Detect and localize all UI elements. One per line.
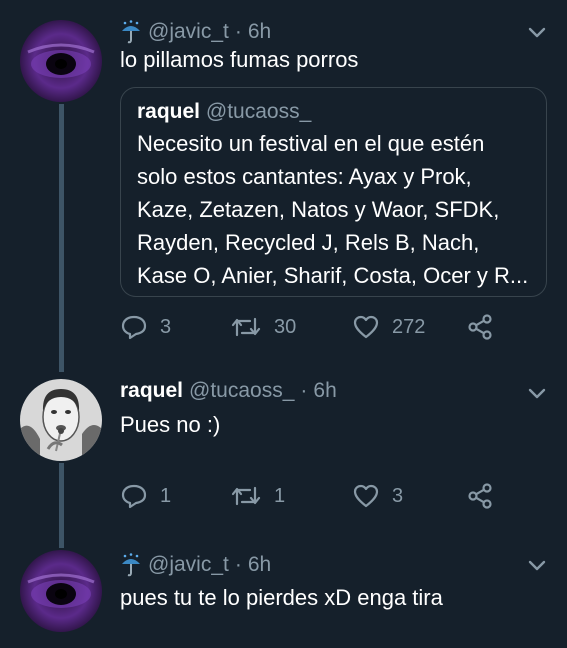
retweet-icon xyxy=(231,486,261,506)
thread-line xyxy=(59,463,64,491)
share-icon xyxy=(468,314,492,340)
tweet-header: raquel @tucaoss_ · 6h xyxy=(120,379,337,403)
share-button[interactable] xyxy=(466,482,494,510)
quoted-tweet-header: raquel @tucaoss_ xyxy=(137,100,311,124)
tweet-actions: 1 1 3 xyxy=(120,482,520,516)
reply-button[interactable]: 1 xyxy=(120,482,171,510)
like-count: 272 xyxy=(392,315,426,338)
quoted-tweet-line: solo estos cantantes: Ayax y Prok, xyxy=(137,164,472,189)
tweet[interactable]: raquel @tucaoss_ · 6h Pues no :) 1 1 3 xyxy=(0,370,567,540)
quoted-tweet-line: Necesito un festival en el que estén xyxy=(137,131,485,156)
user-handle[interactable]: @tucaoss_ xyxy=(206,100,311,123)
tweet-header: @javic_t · 6h xyxy=(120,20,271,44)
reply-button[interactable]: 3 xyxy=(120,313,171,341)
timestamp[interactable]: 6h xyxy=(313,379,336,403)
like-count: 3 xyxy=(392,484,404,507)
reply-count: 1 xyxy=(160,484,172,507)
tweet-actions: 3 30 272 xyxy=(120,313,520,347)
reply-count: 3 xyxy=(160,315,172,338)
reply-icon xyxy=(121,315,147,340)
tweet[interactable]: @javic_t · 6h pues tu te lo pierdes xD e… xyxy=(0,540,567,648)
share-button[interactable] xyxy=(466,313,494,341)
separator-dot: · xyxy=(234,20,242,43)
quoted-tweet[interactable]: raquel @tucaoss_ Necesito un festival en… xyxy=(120,87,547,297)
chevron-down-icon[interactable] xyxy=(527,26,547,40)
reply-icon xyxy=(121,484,147,509)
tweet-header: @javic_t · 6h xyxy=(120,553,271,577)
quoted-tweet-line: Kaze, Zetazen, Natos y Waor, SFDK, xyxy=(137,197,500,222)
retweet-button[interactable]: 30 xyxy=(230,313,296,341)
avatar[interactable] xyxy=(20,550,102,632)
retweet-count: 1 xyxy=(274,484,286,507)
timestamp[interactable]: 6h xyxy=(248,553,271,577)
user-handle[interactable]: @tucaoss_ xyxy=(189,379,294,403)
chevron-down-icon[interactable] xyxy=(527,559,547,573)
quoted-tweet-line: Rayden, Recycled J, Rels B, Nach, xyxy=(137,230,480,255)
user-handle[interactable]: @javic_t xyxy=(148,553,229,577)
retweet-icon xyxy=(231,317,261,337)
tweet-text: Pues no :) xyxy=(120,412,221,437)
avatar[interactable] xyxy=(20,20,102,102)
timestamp[interactable]: 6h xyxy=(248,20,271,44)
quoted-tweet-line: Kase O, Anier, Sharif, Costa, Ocer y R..… xyxy=(137,263,529,288)
user-handle[interactable]: @javic_t xyxy=(148,20,229,44)
umbrella-with-rain-icon xyxy=(120,553,142,577)
like-button[interactable]: 3 xyxy=(352,482,403,510)
tweet[interactable]: @javic_t · 6h lo pillamos fumas porros r… xyxy=(0,0,567,370)
separator-dot: · xyxy=(300,379,308,402)
retweet-button[interactable]: 1 xyxy=(230,482,285,510)
umbrella-with-rain-icon xyxy=(120,20,142,44)
like-button[interactable]: 272 xyxy=(352,313,425,341)
heart-icon xyxy=(353,315,379,339)
heart-icon xyxy=(353,484,379,508)
user-name[interactable]: raquel xyxy=(120,379,183,403)
retweet-count: 30 xyxy=(274,315,297,338)
tweet-text: pues tu te lo pierdes xD enga tira xyxy=(120,585,443,610)
share-icon xyxy=(468,483,492,509)
user-name[interactable]: raquel xyxy=(137,100,200,123)
separator-dot: · xyxy=(234,553,242,576)
chevron-down-icon[interactable] xyxy=(527,387,547,401)
tweet-text: lo pillamos fumas porros xyxy=(120,47,359,72)
avatar[interactable] xyxy=(20,379,102,461)
